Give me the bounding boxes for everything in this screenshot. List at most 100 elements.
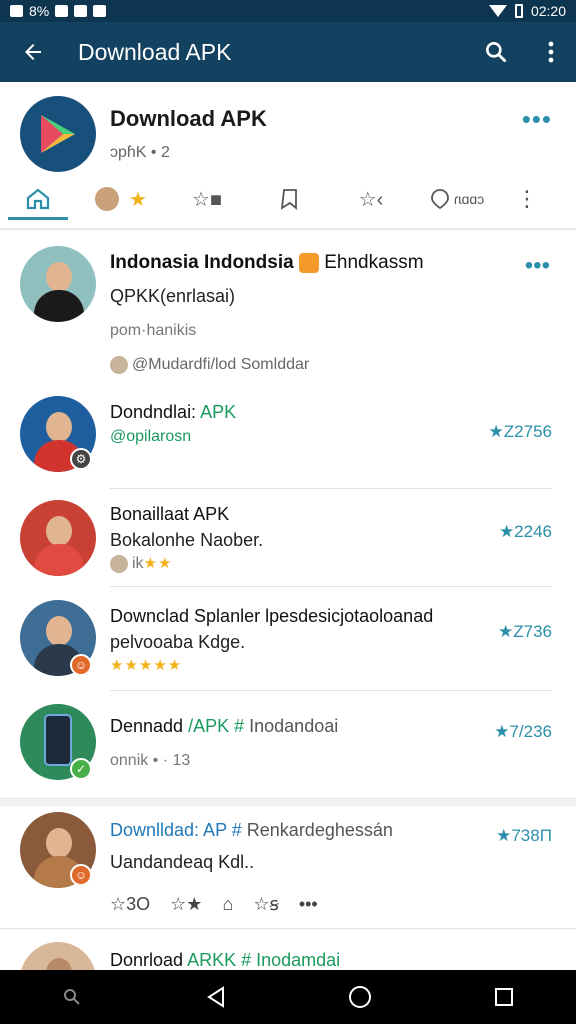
orange-badge-icon bbox=[298, 252, 319, 273]
home-icon bbox=[26, 188, 50, 210]
action-row: ☆3Ο ☆★ ⌂ ☆ꞩ ••• bbox=[110, 894, 460, 915]
status-text: 8% bbox=[29, 3, 50, 19]
tab-rated[interactable]: ☆■ bbox=[166, 176, 248, 222]
section-divider bbox=[0, 798, 576, 806]
badge-icon: ☺ bbox=[70, 654, 92, 676]
list-item[interactable]: ⚙ Dondndlai: APK @opilarosn ★Z2756 bbox=[0, 392, 576, 492]
post-meta: ★★★★★ bbox=[110, 657, 183, 674]
tab-starred[interactable]: ☆‹ bbox=[330, 176, 412, 222]
more-vert-icon bbox=[548, 41, 554, 63]
post-footer: @Mudardfi/lod Somlddar bbox=[110, 356, 309, 374]
post-line: Uandandeaq Kdl.. bbox=[110, 852, 255, 872]
battery-icon bbox=[514, 4, 523, 18]
star-button[interactable]: ☆★ bbox=[170, 894, 202, 915]
post-meta: pom·hanikis bbox=[110, 322, 197, 339]
avatar bbox=[20, 942, 96, 972]
badge-icon: ⚙ bbox=[70, 448, 92, 470]
post-title: Indonasia Indondsia Ehndkassm bbox=[110, 252, 424, 273]
post-title: Downclad Splanler lpesdesicjotaoloanad bbox=[110, 606, 434, 626]
status-right: 02:20 bbox=[488, 3, 566, 19]
post-title: Dondndlai: APK bbox=[110, 402, 237, 422]
search-icon bbox=[486, 42, 507, 63]
app-header: Download APK ɔpɦK • 2 ••• ★ ☆■ ☆‹ ɾɩɑɑɔ … bbox=[0, 82, 576, 230]
notification-icon bbox=[10, 5, 23, 17]
header-more-button[interactable]: ••• bbox=[522, 104, 552, 135]
rating: ★7/236 bbox=[494, 722, 552, 741]
list-item[interactable]: ☺ Downlldad: AP # Renkardeghessán Uandan… bbox=[0, 808, 576, 928]
avatar bbox=[110, 356, 128, 374]
bookmark-button[interactable]: ⌂ bbox=[222, 894, 233, 915]
list-item[interactable]: ✓ Dennadd /APK # Inodandoai onnik • · 13… bbox=[0, 702, 576, 798]
search-icon bbox=[64, 989, 80, 1005]
clock: 02:20 bbox=[530, 3, 566, 19]
tab-favorites[interactable]: ★ bbox=[76, 176, 166, 222]
badge-icon: ✓ bbox=[70, 758, 92, 780]
divider bbox=[110, 690, 552, 691]
more-button[interactable]: ••• bbox=[299, 894, 318, 915]
more-vert-icon: ⋮ bbox=[516, 186, 538, 211]
rating: ★738Π bbox=[496, 826, 552, 845]
tab-location-label: ɾɩɑɑɔ bbox=[453, 191, 485, 207]
post-meta: onnik • · 13 bbox=[110, 752, 191, 769]
tab-location[interactable]: ɾɩɑɑɔ bbox=[412, 176, 502, 222]
nav-home-button[interactable] bbox=[320, 985, 400, 1009]
post-line: pelvooaba Kdge. bbox=[110, 632, 246, 652]
list-item[interactable]: ☺ Downclad Splanler lpesdesicjotaoloanad… bbox=[0, 598, 576, 702]
post-title: Bonaillaat APK bbox=[110, 504, 230, 524]
tab-saved[interactable] bbox=[248, 176, 330, 222]
app-bar-title: Download APK bbox=[78, 38, 232, 65]
notification-icon bbox=[93, 5, 107, 17]
post-title: Donrload ARKK # Inodamdai bbox=[110, 950, 341, 970]
star-outline-icon: ☆■ bbox=[191, 188, 222, 211]
app-icon[interactable] bbox=[20, 96, 96, 172]
status-left: 8% bbox=[10, 3, 107, 19]
tab-home[interactable] bbox=[0, 176, 76, 222]
divider bbox=[110, 586, 552, 587]
star-count-button[interactable]: ☆3Ο bbox=[110, 894, 150, 915]
post-line: Bokalonhe Naober. bbox=[110, 530, 264, 550]
list-item[interactable]: Indonasia Indondsia Ehndkassm QPKK(enrla… bbox=[0, 242, 576, 392]
wifi-icon bbox=[488, 5, 507, 17]
section-divider bbox=[0, 928, 576, 930]
rating: ★2246 bbox=[498, 522, 552, 541]
pin-icon bbox=[430, 189, 449, 210]
avatar bbox=[95, 187, 120, 211]
system-nav-bar bbox=[0, 970, 576, 1024]
badge-icon: ☺ bbox=[70, 864, 92, 886]
list-item[interactable]: Donrload ARKK # Inodamdai bbox=[0, 938, 576, 972]
star-outline-icon: ☆‹ bbox=[358, 188, 384, 211]
list-item[interactable]: Bonaillaat APK Bokalonhe Naober. ik★★ ★2… bbox=[0, 498, 576, 598]
nav-recents-button[interactable] bbox=[464, 987, 544, 1007]
post-handle: @opilarosn bbox=[110, 428, 192, 445]
overflow-menu-button[interactable] bbox=[526, 40, 576, 64]
app-bar: Download APK bbox=[0, 22, 576, 82]
notification-icon bbox=[74, 5, 88, 17]
avatar bbox=[110, 554, 128, 573]
search-button[interactable] bbox=[466, 39, 526, 65]
nav-back-button[interactable] bbox=[176, 986, 256, 1008]
star-share-button[interactable]: ☆ꞩ bbox=[253, 894, 279, 915]
app-name: Download APK bbox=[110, 106, 267, 131]
back-triangle-icon bbox=[207, 986, 224, 1008]
bookmark-icon bbox=[280, 189, 297, 210]
divider bbox=[110, 488, 552, 489]
play-store-icon bbox=[41, 115, 75, 153]
avatar bbox=[20, 500, 96, 576]
post-more-button[interactable]: ••• bbox=[525, 252, 550, 280]
tab-bar: ★ ☆■ ☆‹ ɾɩɑɑɔ ⋮ bbox=[0, 176, 576, 222]
home-circle-icon bbox=[349, 986, 371, 1008]
avatar bbox=[20, 246, 96, 322]
star-icon: ★ bbox=[129, 188, 147, 211]
phone-icon bbox=[44, 714, 72, 766]
rating: ★Z736 bbox=[498, 622, 552, 641]
back-button[interactable] bbox=[0, 40, 66, 64]
recents-square-icon bbox=[495, 988, 513, 1006]
rating: ★Z2756 bbox=[488, 422, 552, 441]
post-meta: ik★★ bbox=[110, 554, 172, 573]
notification-icon bbox=[55, 5, 69, 17]
app-subtitle: ɔpɦK • 2 bbox=[110, 144, 170, 161]
tab-overflow[interactable]: ⋮ bbox=[502, 176, 552, 222]
nav-search-button[interactable] bbox=[32, 987, 112, 1007]
arrow-left-icon bbox=[25, 44, 41, 60]
post-line: QPKK(enrlasai) bbox=[110, 286, 236, 306]
